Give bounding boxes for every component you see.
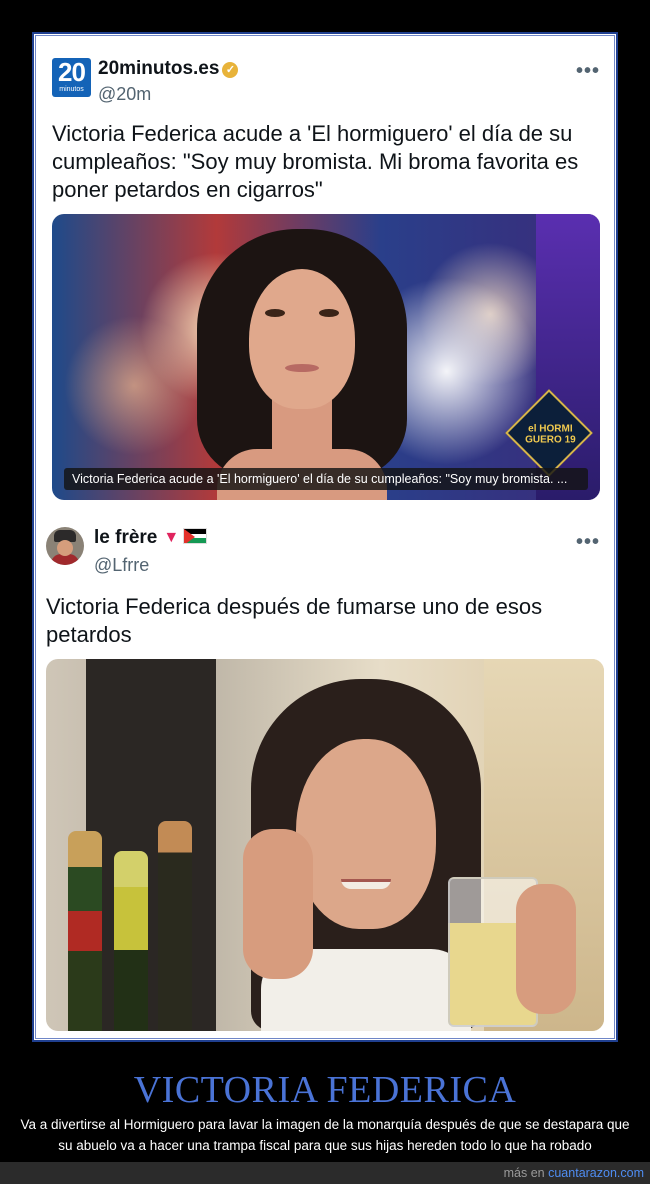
hand-shape (516, 884, 576, 1014)
lips-shape (285, 364, 319, 372)
author-name[interactable]: 20minutos.es ✓ (98, 58, 239, 80)
logo-number: 20 (58, 57, 86, 87)
logo-subtext: minutos (59, 86, 84, 93)
author-handle[interactable]: @20m (98, 84, 151, 105)
tweet-text: Victoria Federica después de fumarse uno… (46, 594, 543, 647)
author-name-text: le frère (94, 527, 158, 548)
el-hormiguero-logo-text: el HORMI GUERO 19 (525, 423, 576, 446)
post-description: Va a divertirse al Hormiguero para lavar… (20, 1117, 630, 1153)
face-shape (296, 739, 436, 929)
eye-shape (265, 309, 285, 317)
author-name[interactable]: le frère ▼ (94, 527, 208, 549)
person-figure (241, 679, 481, 1031)
tweet-lefrere[interactable]: le frère ▼ @Lfrre ••• Victoria Federica d… (34, 511, 616, 1042)
tweet-photo[interactable] (46, 659, 604, 1031)
meme-frame: 20 minutos 20minutos.es ✓ @20m ••• Victor… (32, 32, 618, 1042)
person-figure (197, 229, 407, 500)
heart-icon: ▼ (163, 529, 180, 546)
footer-bar: más en cuantarazon.com (0, 1162, 650, 1184)
tweet-text: Victoria Federica acude a 'El hormiguero… (52, 121, 579, 202)
site-link[interactable]: cuantarazon.com (548, 1166, 644, 1180)
post-title: VICTORIA FEDERICA (133, 1069, 517, 1111)
palestine-flag-icon (183, 528, 208, 544)
bottle (68, 831, 102, 1031)
background-dark-panel (86, 659, 216, 1031)
author-name-text: 20minutos.es (98, 58, 220, 79)
bottle (158, 821, 192, 1031)
tweet-20minutos[interactable]: 20 minutos 20minutos.es ✓ @20m ••• Victor… (34, 34, 616, 509)
bottle (114, 851, 148, 1031)
more-options-icon[interactable]: ••• (576, 60, 600, 83)
verified-badge-icon: ✓ (222, 62, 239, 78)
eye-shape (319, 309, 339, 317)
smile-shape (341, 879, 391, 889)
more-options-icon[interactable]: ••• (576, 531, 600, 554)
face-shape (249, 269, 355, 409)
tweet-photo[interactable]: el HORMI GUERO 19 Victoria Federica acud… (52, 214, 600, 500)
avatar-face (57, 540, 73, 556)
image-caption: Victoria Federica acude a 'El hormiguero… (64, 468, 588, 490)
author-handle[interactable]: @Lfrre (94, 555, 149, 576)
avatar[interactable] (46, 527, 84, 565)
hand-shape (243, 829, 313, 979)
footer-prefix: más en (503, 1166, 549, 1180)
20minutos-logo[interactable]: 20 minutos (52, 58, 91, 97)
